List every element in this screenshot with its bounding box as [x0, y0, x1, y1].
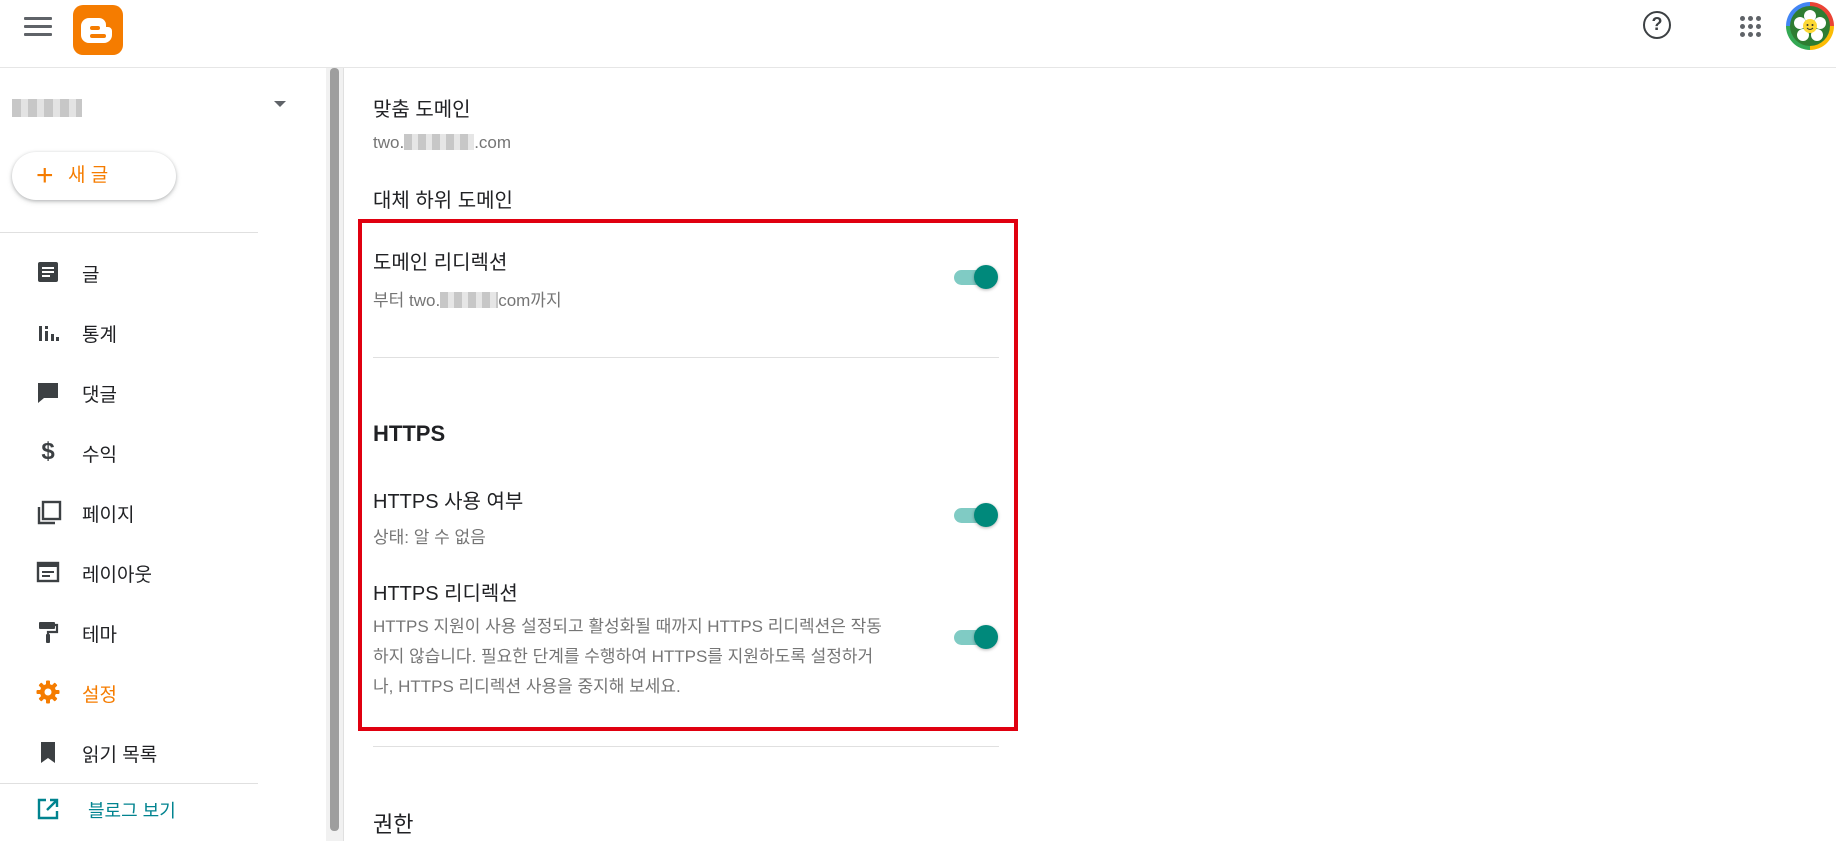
sidebar-item-label: 댓글: [82, 385, 117, 406]
domain-redirect-title: 도메인 리디렉션: [373, 252, 508, 274]
new-post-button[interactable]: + 새 글: [12, 152, 176, 200]
sidebar-item-posts[interactable]: 글: [0, 244, 258, 300]
desc-line: 나, HTTPS 리디렉션 사용을 중지해 보세요.: [373, 677, 681, 696]
plus-icon: +: [36, 159, 54, 192]
masked-domain: [404, 134, 475, 150]
stats-icon: [36, 320, 60, 344]
https-availability-title: HTTPS 사용 여부: [373, 491, 524, 513]
toggle-thumb: [974, 265, 998, 289]
pages-icon: [36, 500, 62, 525]
avatar-image: [1790, 6, 1830, 46]
theme-paint-roller-icon: [36, 620, 60, 644]
help-circle-icon[interactable]: ?: [1643, 11, 1671, 39]
https-availability-status: 상태: 알 수 없음: [373, 528, 486, 547]
sidebar-item-label: 레이아웃: [82, 565, 152, 586]
https-redirect-title: HTTPS 리디렉션: [373, 583, 518, 605]
sidebar-item-label: 수익: [82, 445, 117, 466]
custom-domain-value[interactable]: two. .com: [373, 133, 511, 153]
domain-redirect-desc: 부터 two. com까지: [373, 286, 562, 311]
sidebar-item-label: 글: [82, 265, 100, 286]
domain-prefix: two.: [373, 133, 405, 152]
sidebar-divider: [0, 783, 258, 784]
sidebar-scrollbar-thumb[interactable]: [330, 68, 339, 831]
hamburger-menu-icon[interactable]: [24, 17, 52, 39]
view-blog-label: 블로그 보기: [88, 801, 176, 821]
sidebar-item-settings[interactable]: 설정: [0, 664, 258, 720]
layout-icon: [36, 560, 60, 584]
toggle-thumb: [974, 503, 998, 527]
sidebar-divider: [0, 232, 258, 233]
open-external-icon: [36, 797, 60, 826]
sidebar-item-earnings[interactable]: $ 수익: [0, 424, 258, 480]
blog-selector-name[interactable]: [12, 99, 82, 117]
https-redirect-desc: HTTPS 지원이 사용 설정되고 활성화될 때까지 HTTPS 리디렉션은 작…: [373, 612, 933, 702]
redirect-prefix: 부터 two.: [373, 291, 441, 310]
settings-gear-icon: [36, 680, 60, 704]
sidebar-item-label: 페이지: [82, 505, 135, 526]
sidebar-item-label: 설정: [82, 685, 117, 706]
new-post-label: 새 글: [68, 165, 109, 186]
https-redirect-toggle[interactable]: [952, 622, 1000, 652]
reading-list-bookmark-icon: [36, 740, 60, 764]
sidebar-item-pages[interactable]: 페이지: [0, 484, 258, 540]
https-section-title: HTTPS: [373, 421, 446, 446]
section-divider: [373, 357, 999, 358]
sidebar-item-reading-list[interactable]: 읽기 목록: [0, 724, 258, 780]
apps-grid-icon[interactable]: [1740, 16, 1762, 38]
sidebar-item-theme[interactable]: 테마: [0, 604, 258, 660]
view-blog-link[interactable]: 블로그 보기: [0, 787, 258, 827]
section-divider: [373, 746, 999, 747]
desc-line: HTTPS 지원이 사용 설정되고 활성화될 때까지 HTTPS 리디렉션은 작…: [373, 617, 882, 636]
user-avatar[interactable]: [1786, 2, 1834, 50]
sidebar-item-label: 테마: [82, 625, 117, 646]
https-availability-toggle[interactable]: [952, 500, 1000, 530]
sidebar-item-comments[interactable]: 댓글: [0, 364, 258, 420]
toggle-thumb: [974, 625, 998, 649]
comments-icon: [36, 380, 60, 404]
posts-icon: [36, 260, 60, 284]
sidebar-item-label: 통계: [82, 325, 117, 346]
custom-domain-title: 맞춤 도메인: [373, 99, 471, 121]
fallback-subdomain-title[interactable]: 대체 하위 도메인: [373, 184, 513, 213]
top-app-bar: ?: [0, 0, 1836, 68]
domain-redirect-toggle[interactable]: [952, 262, 1000, 292]
sidebar-item-stats[interactable]: 통계: [0, 304, 258, 360]
masked-domain: [440, 292, 499, 308]
permissions-section-title: 권한: [373, 812, 414, 837]
domain-suffix: .com: [474, 133, 512, 152]
desc-line: 하지 않습니다. 필요한 단계를 수행하여 HTTPS를 지원하도록 설정하거: [373, 647, 874, 666]
blog-dropdown-caret-icon[interactable]: [274, 101, 286, 107]
redirect-suffix: com까지: [498, 291, 562, 310]
blogger-logo-icon[interactable]: [73, 5, 123, 55]
sidebar: + 새 글 글 통계 댓글 $ 수익 페이지 레이아웃 테마 설정 읽기 목록 …: [0, 68, 258, 841]
sidebar-item-label: 읽기 목록: [82, 745, 158, 766]
earnings-dollar-icon: $: [41, 438, 55, 465]
sidebar-item-layout[interactable]: 레이아웃: [0, 544, 258, 600]
